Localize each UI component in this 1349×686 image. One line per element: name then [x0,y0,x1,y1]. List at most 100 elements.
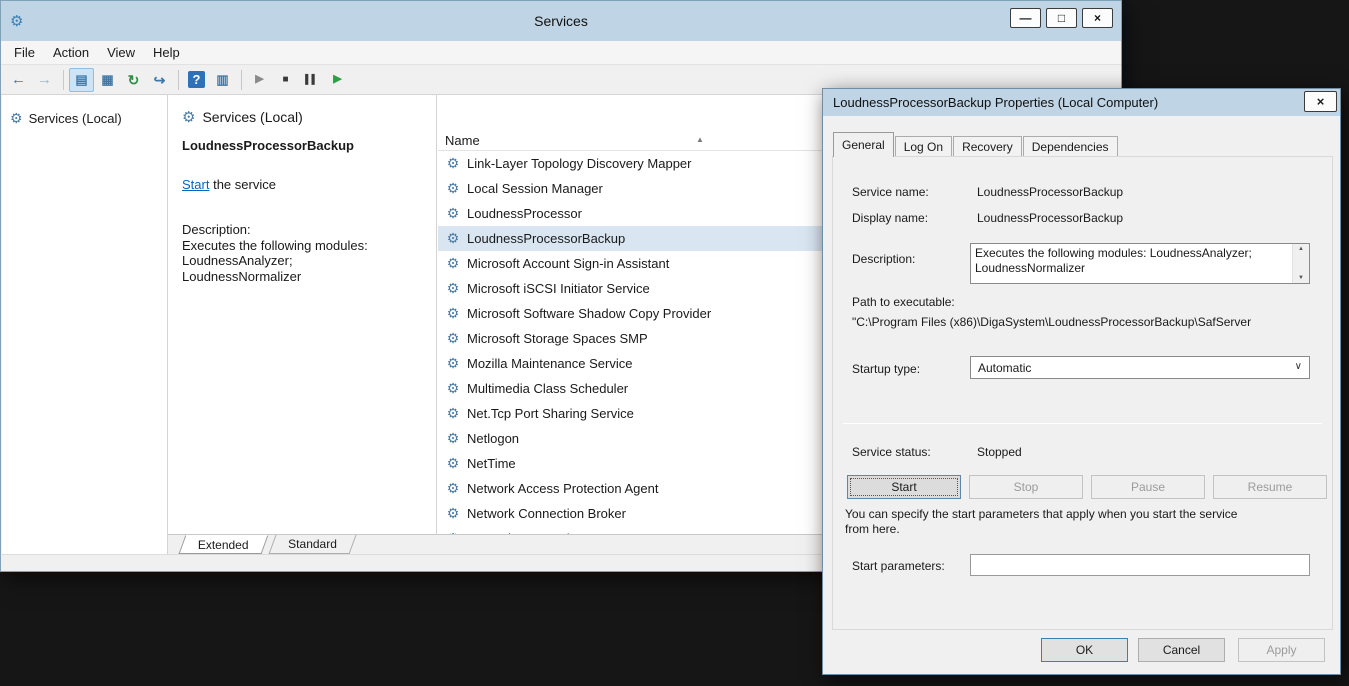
tree-item-services-local[interactable]: ⚙ Services (Local) [2,108,167,129]
dialog-close-button[interactable]: × [1304,91,1337,112]
service-name-cell: Local Session Manager [467,181,603,196]
description-text: Executes the following modules: Loudness… [971,244,1292,283]
close-button[interactable]: × [1082,8,1113,28]
service-name-cell: Netlogon [467,431,519,446]
service-status-value: Stopped [977,445,1022,459]
cancel-button[interactable]: Cancel [1138,638,1225,662]
service-name-cell: Microsoft Storage Spaces SMP [467,331,648,346]
startup-type-select[interactable]: Automatic ∨ [970,356,1310,379]
console-tree: ⚙ Services (Local) [2,95,168,554]
extended-view-icon[interactable]: ▥ [210,68,235,92]
service-name-cell: Microsoft Software Shadow Copy Provider [467,306,711,321]
service-gear-icon: ⚙ [445,280,461,297]
service-name-cell: Multimedia Class Scheduler [467,381,628,396]
view-tab-label: Extended [198,538,249,552]
start-button[interactable]: Start [847,475,961,499]
tab-recovery[interactable]: Recovery [953,136,1022,156]
service-name-cell: Microsoft Account Sign-in Assistant [467,256,669,271]
services-node-icon: ⚙ [10,110,23,127]
refresh-icon[interactable]: ↻ [121,68,146,92]
tree-item-label: Services (Local) [29,111,122,126]
service-gear-icon: ⚙ [445,505,461,522]
service-name-cell: Network Connection Broker [467,506,626,521]
service-gear-icon: ⚙ [445,255,461,272]
separator [843,423,1322,424]
maximize-button[interactable]: □ [1046,8,1077,28]
service-gear-icon: ⚙ [445,455,461,472]
show-console-tree-icon[interactable]: ▤ [69,68,94,92]
restart-service-icon[interactable]: ▶ [325,68,350,92]
properties-dialog: LoudnessProcessorBackup Properties (Loca… [822,88,1341,675]
dialog-title: LoudnessProcessorBackup Properties (Loca… [833,95,1158,110]
description-label: Description: [182,222,424,238]
resume-button: Resume [1213,475,1327,499]
start-parameters-input[interactable] [970,554,1310,576]
hint-line: from here. [845,522,1325,537]
view-tab-label: Standard [288,537,337,551]
selected-service-title: LoudnessProcessorBackup [182,138,424,153]
toolbar-separator [63,70,64,90]
minimize-button[interactable]: — [1010,8,1041,28]
service-name-label: Service name: [852,185,929,199]
start-parameters-label: Start parameters: [852,559,945,573]
start-service-icon[interactable]: ▶ [247,68,272,92]
service-name-value: LoudnessProcessorBackup [977,185,1123,199]
view-tab-standard[interactable]: Standard [268,535,356,554]
service-gear-icon: ⚙ [445,430,461,447]
dialog-tabs: GeneralLog OnRecoveryDependencies [833,132,1119,156]
description-line: Executes the following modules: [182,238,424,254]
stop-service-icon[interactable]: ■ [273,68,298,92]
column-label: Name [445,133,480,148]
start-parameters-hint: You can specify the start parameters tha… [845,507,1325,537]
pause-button: Pause [1091,475,1205,499]
startup-type-value: Automatic [978,361,1031,375]
description-scrollbar[interactable]: ▲ ▼ [1292,244,1309,283]
services-header-icon: ⚙ [182,108,195,126]
stop-button: Stop [969,475,1083,499]
service-name-cell: LoudnessProcessorBackup [467,231,625,246]
description-field[interactable]: Executes the following modules: Loudness… [970,243,1310,284]
hint-line: You can specify the start parameters tha… [845,507,1325,522]
description-line: LoudnessNormalizer [182,269,424,285]
dropdown-arrow-icon: ∨ [1295,361,1302,372]
service-gear-icon: ⚙ [445,155,461,172]
path-label: Path to executable: [852,295,955,309]
scroll-down-icon[interactable]: ▼ [1298,275,1304,281]
properties-icon[interactable]: ▦ [95,68,120,92]
forward-icon[interactable]: → [32,68,57,92]
tab-dependencies[interactable]: Dependencies [1023,136,1118,156]
titlebar[interactable]: ⚙ Services —□× [1,1,1121,41]
tab-log-on[interactable]: Log On [895,136,952,156]
scroll-up-icon[interactable]: ▲ [1298,246,1304,252]
service-name-cell: Mozilla Maintenance Service [467,356,632,371]
action-suffix: the service [209,177,275,192]
window-controls: —□× [1010,8,1113,28]
menu-bar: FileActionViewHelp [1,41,1121,65]
start-service-link[interactable]: Start [182,177,209,192]
toolbar-separator [241,70,242,90]
menu-action[interactable]: Action [44,42,98,63]
dialog-titlebar[interactable]: LoudnessProcessorBackup Properties (Loca… [823,89,1340,116]
menu-file[interactable]: File [5,42,44,63]
display-name-value: LoudnessProcessorBackup [977,211,1123,225]
service-gear-icon: ⚙ [445,230,461,247]
taskpad: ⚙ Services (Local) LoudnessProcessorBack… [168,95,437,534]
ok-button[interactable]: OK [1041,638,1128,662]
path-value: "C:\Program Files (x86)\DigaSystem\Loudn… [852,315,1328,329]
taskpad-header: ⚙ Services (Local) [182,108,424,126]
export-list-icon[interactable]: ↪ [147,68,172,92]
back-icon[interactable]: ← [6,68,31,92]
menu-view[interactable]: View [98,42,144,63]
taskpad-header-label: Services (Local) [202,109,302,125]
service-gear-icon: ⚙ [445,405,461,422]
window-title: Services [1,13,1121,29]
service-name-cell: Microsoft iSCSI Initiator Service [467,281,650,296]
help-icon[interactable]: ? [184,68,209,92]
startup-type-label: Startup type: [852,362,920,376]
service-name-cell: LoudnessProcessor [467,206,582,221]
pause-service-icon[interactable]: ▌▌ [299,68,324,92]
tab-general[interactable]: General [833,132,894,157]
view-tab-extended[interactable]: Extended [179,535,269,554]
menu-help[interactable]: Help [144,42,189,63]
service-status-label: Service status: [852,445,931,459]
